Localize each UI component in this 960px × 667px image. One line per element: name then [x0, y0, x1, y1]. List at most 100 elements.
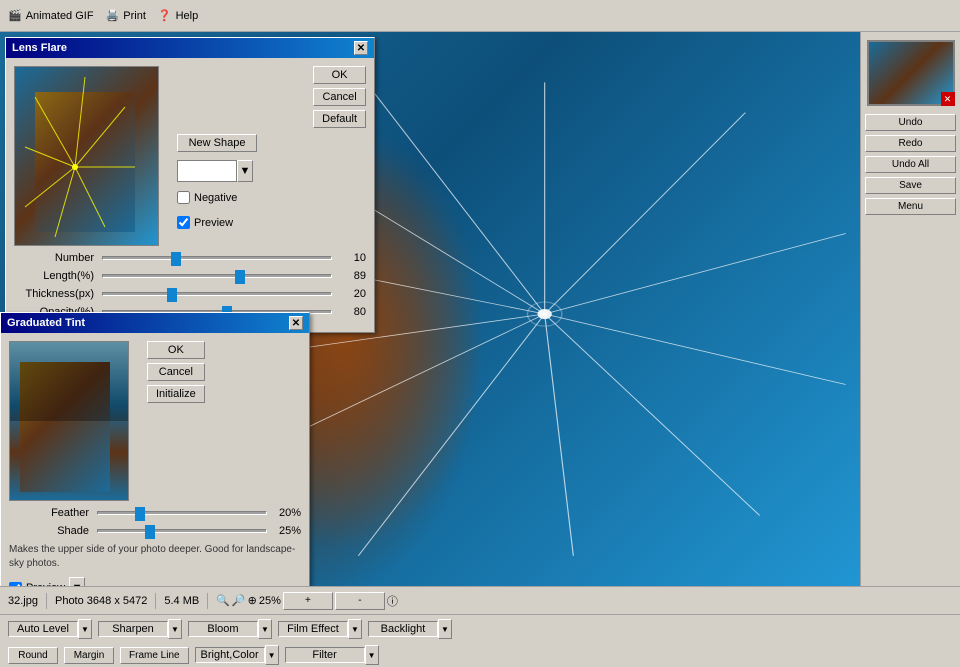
gt-sliders: Feather 20% Shade 25% — [9, 507, 301, 537]
grad-tint-titlebar: Graduated Tint ✕ — [1, 313, 309, 333]
photo-canvas: Lens Flare ✕ — [0, 32, 860, 586]
shade-value: 25% — [273, 525, 301, 537]
thumbnail-preview: ✕ — [867, 40, 955, 106]
length-slider-row: Length(%) 89 — [14, 270, 366, 282]
shade-slider[interactable] — [97, 529, 267, 533]
new-shape-btn[interactable]: New Shape — [177, 134, 257, 152]
feather-slider-row: Feather 20% — [9, 507, 301, 519]
opacity-value: 80 — [338, 306, 366, 318]
film-effect-box: Film Effect — [278, 621, 348, 637]
grad-preview-label: Preview — [26, 582, 65, 586]
help-icon: ❓ — [158, 9, 172, 22]
lens-flare-dialog: Lens Flare ✕ — [5, 37, 375, 333]
filter-arrow[interactable]: ▼ — [365, 645, 379, 665]
feather-label: Feather — [9, 507, 89, 519]
right-panel: ✕ Undo Redo Undo All Save Menu — [860, 32, 960, 586]
auto-level-arrow[interactable]: ▼ — [78, 619, 92, 639]
negative-label: Negative — [194, 192, 237, 204]
grad-tint-preview — [9, 341, 129, 501]
number-thumb[interactable] — [171, 252, 181, 266]
bottom-frame-line-btn[interactable]: Frame Line — [120, 647, 189, 664]
backlight-arrow[interactable]: ▼ — [438, 619, 452, 639]
feather-slider[interactable] — [97, 511, 267, 515]
help-btn[interactable]: ❓ Help — [158, 9, 198, 22]
filename: 32.jpg — [8, 595, 38, 607]
print-btn[interactable]: 🖨️ Print — [106, 9, 146, 22]
footer-dropdown-arrow[interactable]: ▼ — [69, 577, 85, 586]
thickness-slider[interactable] — [102, 292, 332, 296]
sep2 — [155, 593, 156, 609]
shape-dropdown-box[interactable] — [177, 160, 237, 182]
lens-flare-cancel-btn[interactable]: Cancel — [313, 88, 366, 106]
auto-level-select[interactable]: Auto Level ▼ — [8, 619, 92, 639]
right-action-buttons: Undo Redo Undo All Save Menu — [865, 114, 956, 215]
length-thumb[interactable] — [235, 270, 245, 284]
grad-tint-cancel-btn[interactable]: Cancel — [147, 363, 205, 381]
thickness-value: 20 — [338, 288, 366, 300]
thickness-thumb[interactable] — [167, 288, 177, 302]
shade-thumb[interactable] — [145, 525, 155, 539]
shade-label: Shade — [9, 525, 89, 537]
grad-tint-description: Makes the upper side of your photo deepe… — [9, 543, 301, 571]
lens-flare-titlebar: Lens Flare ✕ — [6, 38, 374, 58]
filter-select[interactable]: Filter ▼ — [285, 645, 379, 665]
bloom-select[interactable]: Bloom ▼ — [188, 619, 272, 639]
undo-all-btn[interactable]: Undo All — [865, 156, 956, 173]
number-label: Number — [14, 252, 94, 264]
zoom-in-btn[interactable]: + — [283, 592, 333, 610]
lens-flare-content: OK Cancel Default New Shape ▼ — [6, 58, 374, 332]
graduated-tint-dialog: Graduated Tint ✕ OK Ca — [0, 312, 310, 586]
grad-tint-content: OK Cancel Initialize Feather 20% — [1, 333, 309, 586]
preview-label: Preview — [194, 217, 233, 229]
zoom-icon-2: 🔎 — [232, 594, 246, 607]
save-btn[interactable]: Save — [865, 177, 956, 194]
bottom-bright-color-select[interactable]: Bright,Color ▼ — [195, 645, 279, 665]
number-slider[interactable] — [102, 256, 332, 260]
grad-tint-close-btn[interactable]: ✕ — [289, 316, 303, 330]
redo-btn[interactable]: Redo — [865, 135, 956, 152]
bottom-controls-row1: Auto Level ▼ Sharpen ▼ Bloom ▼ — [0, 615, 960, 643]
preview-checkbox[interactable] — [177, 216, 190, 229]
film-icon: 🎬 — [8, 9, 22, 22]
backlight-select[interactable]: Backlight ▼ — [368, 619, 452, 639]
negative-row: Negative — [177, 191, 366, 204]
sharpen-arrow[interactable]: ▼ — [168, 619, 182, 639]
thickness-slider-row: Thickness(px) 20 — [14, 288, 366, 300]
auto-level-box: Auto Level — [8, 621, 78, 637]
sharpen-select[interactable]: Sharpen ▼ — [98, 619, 182, 639]
zoom-out-btn[interactable]: - — [335, 592, 385, 610]
thumbnail-close-btn[interactable]: ✕ — [941, 92, 955, 106]
negative-checkbox[interactable] — [177, 191, 190, 204]
shape-dropdown-arrow[interactable]: ▼ — [237, 160, 253, 182]
print-icon: 🖨️ — [106, 9, 120, 22]
filter-box: Filter — [285, 647, 365, 663]
bottom-margin-btn[interactable]: Margin — [64, 647, 114, 664]
bottom-round-btn[interactable]: Round — [8, 647, 58, 664]
animated-gif-btn[interactable]: 🎬 Animated GIF — [8, 9, 94, 22]
lens-flare-default-btn[interactable]: Default — [313, 110, 366, 128]
length-slider[interactable] — [102, 274, 332, 278]
feather-value: 20% — [273, 507, 301, 519]
bloom-arrow[interactable]: ▼ — [258, 619, 272, 639]
undo-btn[interactable]: Undo — [865, 114, 956, 131]
menu-btn[interactable]: Menu — [865, 198, 956, 215]
feather-thumb[interactable] — [135, 507, 145, 521]
grad-tint-initialize-btn[interactable]: Initialize — [147, 385, 205, 403]
bloom-box: Bloom — [188, 621, 258, 637]
sharpen-box: Sharpen — [98, 621, 168, 637]
bottom-area: Auto Level ▼ Sharpen ▼ Bloom ▼ — [0, 614, 960, 667]
bottom-controls-row2: Round Margin Frame Line Bright,Color ▼ F… — [0, 643, 960, 667]
lens-flare-close-btn[interactable]: ✕ — [354, 41, 368, 55]
bottom-bright-color-arrow[interactable]: ▼ — [265, 645, 279, 665]
grad-tint-ok-btn[interactable]: OK — [147, 341, 205, 359]
zoom-icon-3: ⊕ — [248, 594, 257, 607]
status-bar: 32.jpg Photo 3648 x 5472 5.4 MB 🔍 🔎 ⊕ 25… — [0, 586, 960, 614]
film-effect-select[interactable]: Film Effect ▼ — [278, 619, 362, 639]
shade-slider-row: Shade 25% — [9, 525, 301, 537]
lens-flare-ok-btn[interactable]: OK — [313, 66, 366, 84]
zoom-fit-icon: ⓘ — [387, 593, 398, 609]
film-effect-arrow[interactable]: ▼ — [348, 619, 362, 639]
grad-preview-checkbox[interactable] — [9, 582, 22, 587]
sliders-section: Number 10 Length(%) 89 — [14, 252, 366, 318]
zoom-level: 25% — [259, 595, 281, 607]
